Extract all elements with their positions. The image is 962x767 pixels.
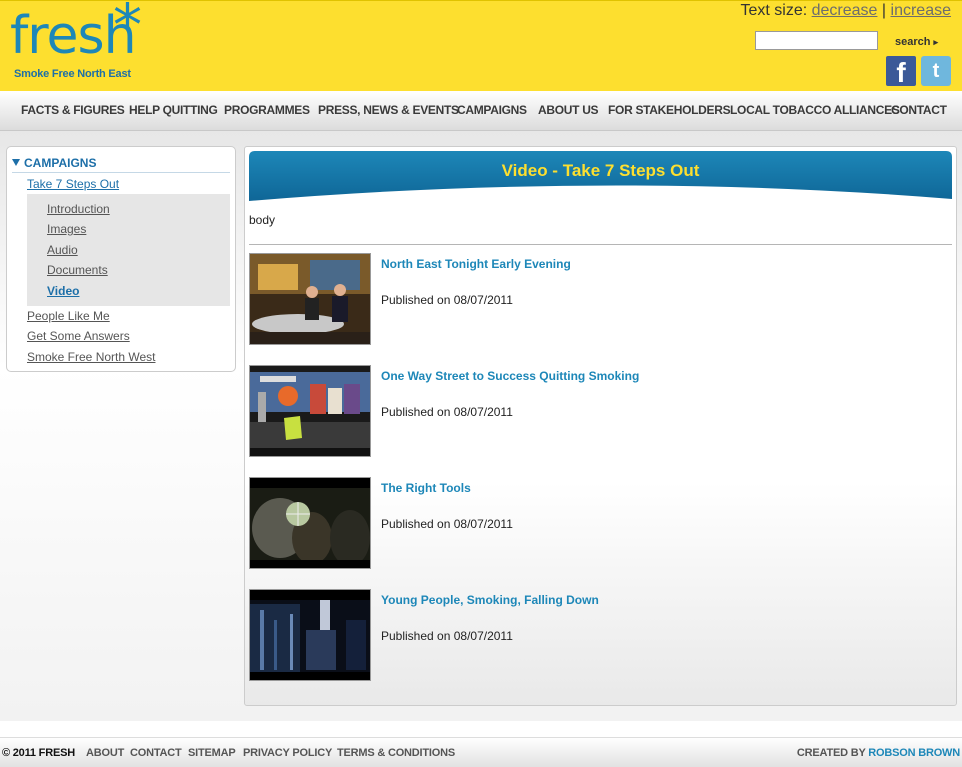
person-close-up-thumbnail bbox=[250, 478, 370, 568]
footer-credit: CREATED BY ROBSON BROWN bbox=[797, 747, 960, 759]
triangle-down-icon bbox=[12, 159, 20, 166]
page-title: Video - Take 7 Steps Out bbox=[501, 161, 700, 180]
sidebar-heading-label: CAMPAIGNS bbox=[24, 156, 97, 170]
footer-link-sitemap[interactable]: SITEMAP bbox=[188, 747, 236, 759]
footer-link-terms-conditions[interactable]: TERMS & CONDITIONS bbox=[337, 747, 455, 759]
sidebar-subitem-video[interactable]: Video bbox=[47, 284, 79, 298]
nav-item-programmes[interactable]: PROGRAMMES bbox=[224, 103, 310, 117]
site-footer: © 2011 FRESH ABOUT CONTACT SITEMAP PRIVA… bbox=[0, 737, 962, 767]
footer-link-contact[interactable]: CONTACT bbox=[130, 747, 182, 759]
video-thumbnail[interactable] bbox=[249, 365, 371, 457]
sidebar-item-take-7-steps-out[interactable]: Take 7 Steps Out bbox=[27, 177, 119, 191]
search-button-label: search bbox=[895, 35, 931, 48]
footer-credit-prefix: CREATED BY bbox=[796, 747, 866, 759]
nav-item-press-news-events[interactable]: PRESS, NEWS & EVENTS bbox=[318, 103, 459, 117]
sidebar-heading[interactable]: CAMPAIGNS bbox=[12, 156, 230, 173]
sidebar-subitem-audio[interactable]: Audio bbox=[47, 243, 78, 257]
nav-item-facts-figures[interactable]: FACTS & FIGURES bbox=[21, 103, 125, 117]
facebook-icon[interactable]: f bbox=[886, 56, 916, 86]
video-title[interactable]: North East Tonight Early Evening bbox=[381, 257, 571, 271]
search-button[interactable]: search ▸ bbox=[887, 33, 947, 50]
sidebar-item-get-some-answers[interactable]: Get Some Answers bbox=[27, 329, 130, 343]
dark-urban-thumbnail bbox=[250, 590, 370, 680]
text-size-separator: | bbox=[881, 2, 887, 19]
sidebar: CAMPAIGNS Take 7 Steps Out Introduction … bbox=[6, 146, 236, 372]
increase-text-link[interactable]: increase bbox=[891, 2, 951, 19]
video-item: Young People, Smoking, Falling Down Publ… bbox=[249, 589, 949, 681]
footer-copyright: © 2011 FRESH bbox=[2, 747, 75, 759]
logo-tagline: Smoke Free North East bbox=[14, 68, 131, 80]
news-studio-thumbnail bbox=[250, 254, 370, 344]
video-title[interactable]: Young People, Smoking, Falling Down bbox=[381, 593, 599, 607]
sidebar-submenu: Introduction Images Audio Documents Vide… bbox=[27, 194, 230, 306]
sidebar-subitem-documents[interactable]: Documents bbox=[47, 263, 108, 277]
fresh-logo[interactable]: fresh * Smoke Free North East bbox=[10, 0, 150, 84]
twitter-icon[interactable]: t bbox=[921, 56, 951, 86]
logo-star-icon: * bbox=[113, 0, 142, 59]
nav-item-help-quitting[interactable]: HELP QUITTING bbox=[129, 103, 218, 117]
video-thumbnail[interactable] bbox=[249, 253, 371, 345]
arrow-right-icon: ▸ bbox=[933, 36, 939, 47]
video-published-date: Published on 08/07/2011 bbox=[381, 405, 513, 419]
video-item: One Way Street to Success Quitting Smoki… bbox=[249, 365, 949, 457]
nav-item-for-stakeholders[interactable]: FOR STAKEHOLDERS bbox=[608, 103, 731, 117]
video-title[interactable]: One Way Street to Success Quitting Smoki… bbox=[381, 369, 639, 383]
nav-item-campaigns[interactable]: CAMPAIGNS bbox=[457, 103, 527, 117]
title-banner: Video - Take 7 Steps Out bbox=[249, 151, 952, 203]
nav-item-about-us[interactable]: ABOUT US bbox=[538, 103, 599, 117]
sidebar-item-people-like-me[interactable]: People Like Me bbox=[27, 309, 110, 323]
sidebar-item-smoke-free-north-west[interactable]: Smoke Free North West bbox=[27, 350, 155, 364]
nav-item-local-tobacco-alliances[interactable]: LOCAL TOBACCO ALLIANCES bbox=[730, 103, 900, 117]
footer-link-privacy-policy[interactable]: PRIVACY POLICY bbox=[243, 747, 332, 759]
body-text: body bbox=[249, 213, 276, 227]
video-item: North East Tonight Early Evening Publish… bbox=[249, 253, 949, 345]
divider bbox=[249, 244, 952, 245]
video-published-date: Published on 08/07/2011 bbox=[381, 629, 513, 643]
facebook-glyph: f bbox=[896, 57, 906, 86]
text-size-controls: Text size: decrease | increase bbox=[740, 2, 951, 20]
sidebar-subitem-introduction[interactable]: Introduction bbox=[47, 202, 110, 216]
video-item: The Right Tools Published on 08/07/2011 bbox=[249, 477, 949, 569]
video-published-date: Published on 08/07/2011 bbox=[381, 517, 513, 531]
site-header: fresh * Smoke Free North East Text size:… bbox=[0, 0, 962, 91]
video-title[interactable]: The Right Tools bbox=[381, 481, 471, 495]
sidebar-subitem-images[interactable]: Images bbox=[47, 222, 86, 236]
main-nav: FACTS & FIGURES HELP QUITTING PROGRAMMES… bbox=[0, 91, 962, 131]
video-published-date: Published on 08/07/2011 bbox=[381, 293, 513, 307]
search-input[interactable] bbox=[755, 31, 878, 50]
footer-credit-name[interactable]: ROBSON BROWN bbox=[868, 747, 960, 759]
twitter-glyph: t bbox=[932, 60, 940, 82]
street-scene-thumbnail bbox=[250, 366, 370, 456]
video-thumbnail[interactable] bbox=[249, 589, 371, 681]
decrease-text-link[interactable]: decrease bbox=[812, 2, 878, 19]
video-thumbnail[interactable] bbox=[249, 477, 371, 569]
text-size-label: Text size: bbox=[740, 2, 808, 19]
nav-item-contact[interactable]: CONTACT bbox=[891, 103, 947, 117]
footer-link-about[interactable]: ABOUT bbox=[86, 747, 124, 759]
main-content: Video - Take 7 Steps Out body North East… bbox=[244, 146, 957, 706]
